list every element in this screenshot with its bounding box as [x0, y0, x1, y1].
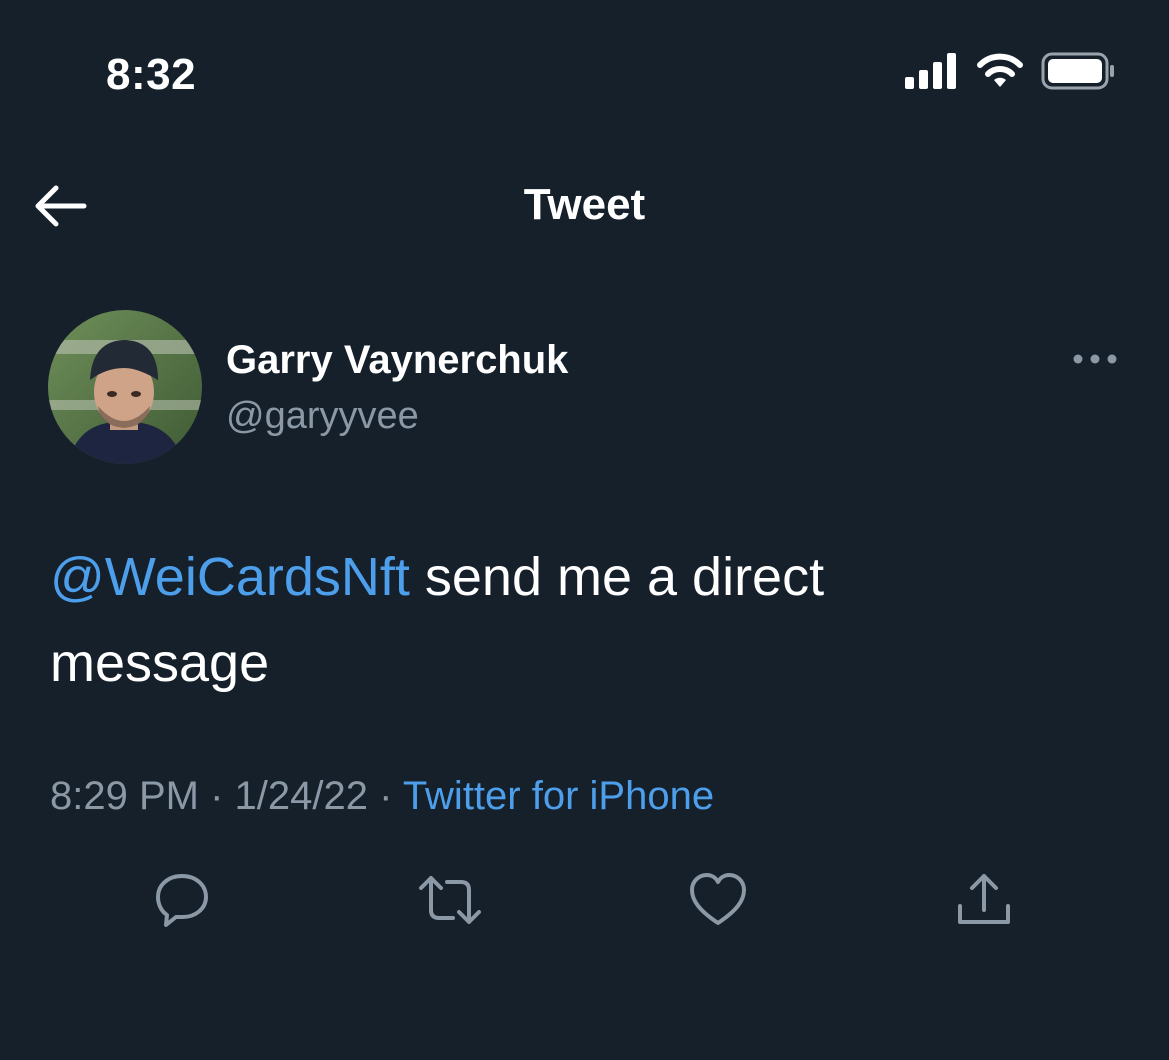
mention-link[interactable]: @WeiCardsNft	[50, 547, 410, 607]
share-icon	[954, 870, 1014, 935]
more-options-button[interactable]	[1071, 342, 1119, 378]
more-options-icon	[1073, 351, 1117, 369]
like-button[interactable]	[686, 870, 750, 934]
tweet-detail-screen: 8:32 Tweet Garry Vaynerchuk @garyyvee @W…	[0, 0, 1169, 1060]
meta-separator: ·	[198, 774, 235, 818]
battery-icon	[1041, 52, 1115, 95]
author-display-name[interactable]: Garry Vaynerchuk	[226, 338, 568, 383]
wifi-icon	[975, 53, 1025, 94]
status-bar-icons	[905, 52, 1115, 95]
tweet-source-link[interactable]: Twitter for iPhone	[403, 774, 714, 818]
tweet-text-line-2: message	[50, 633, 270, 693]
reply-icon	[152, 870, 212, 935]
page-title: Tweet	[523, 180, 646, 229]
like-icon	[688, 871, 748, 934]
reply-button[interactable]	[150, 870, 214, 934]
share-button[interactable]	[952, 870, 1016, 934]
retweet-button[interactable]	[418, 870, 482, 934]
tweet-date: 1/24/22	[234, 774, 368, 818]
retweet-icon	[417, 870, 483, 935]
author-handle[interactable]: @garyyvee	[226, 395, 419, 438]
meta-separator: ·	[367, 774, 403, 818]
tweet-meta: 8:29 PM · 1/24/22 · Twitter for iPhone	[50, 774, 714, 819]
status-bar-time: 8:32	[106, 50, 197, 99]
avatar[interactable]	[48, 310, 202, 464]
tweet-text: @WeiCardsNft send me a direct message	[50, 534, 1110, 706]
cellular-signal-icon	[905, 53, 959, 94]
tweet-text-line-1: send me a direct	[409, 547, 825, 607]
tweet-time: 8:29 PM	[50, 774, 199, 818]
